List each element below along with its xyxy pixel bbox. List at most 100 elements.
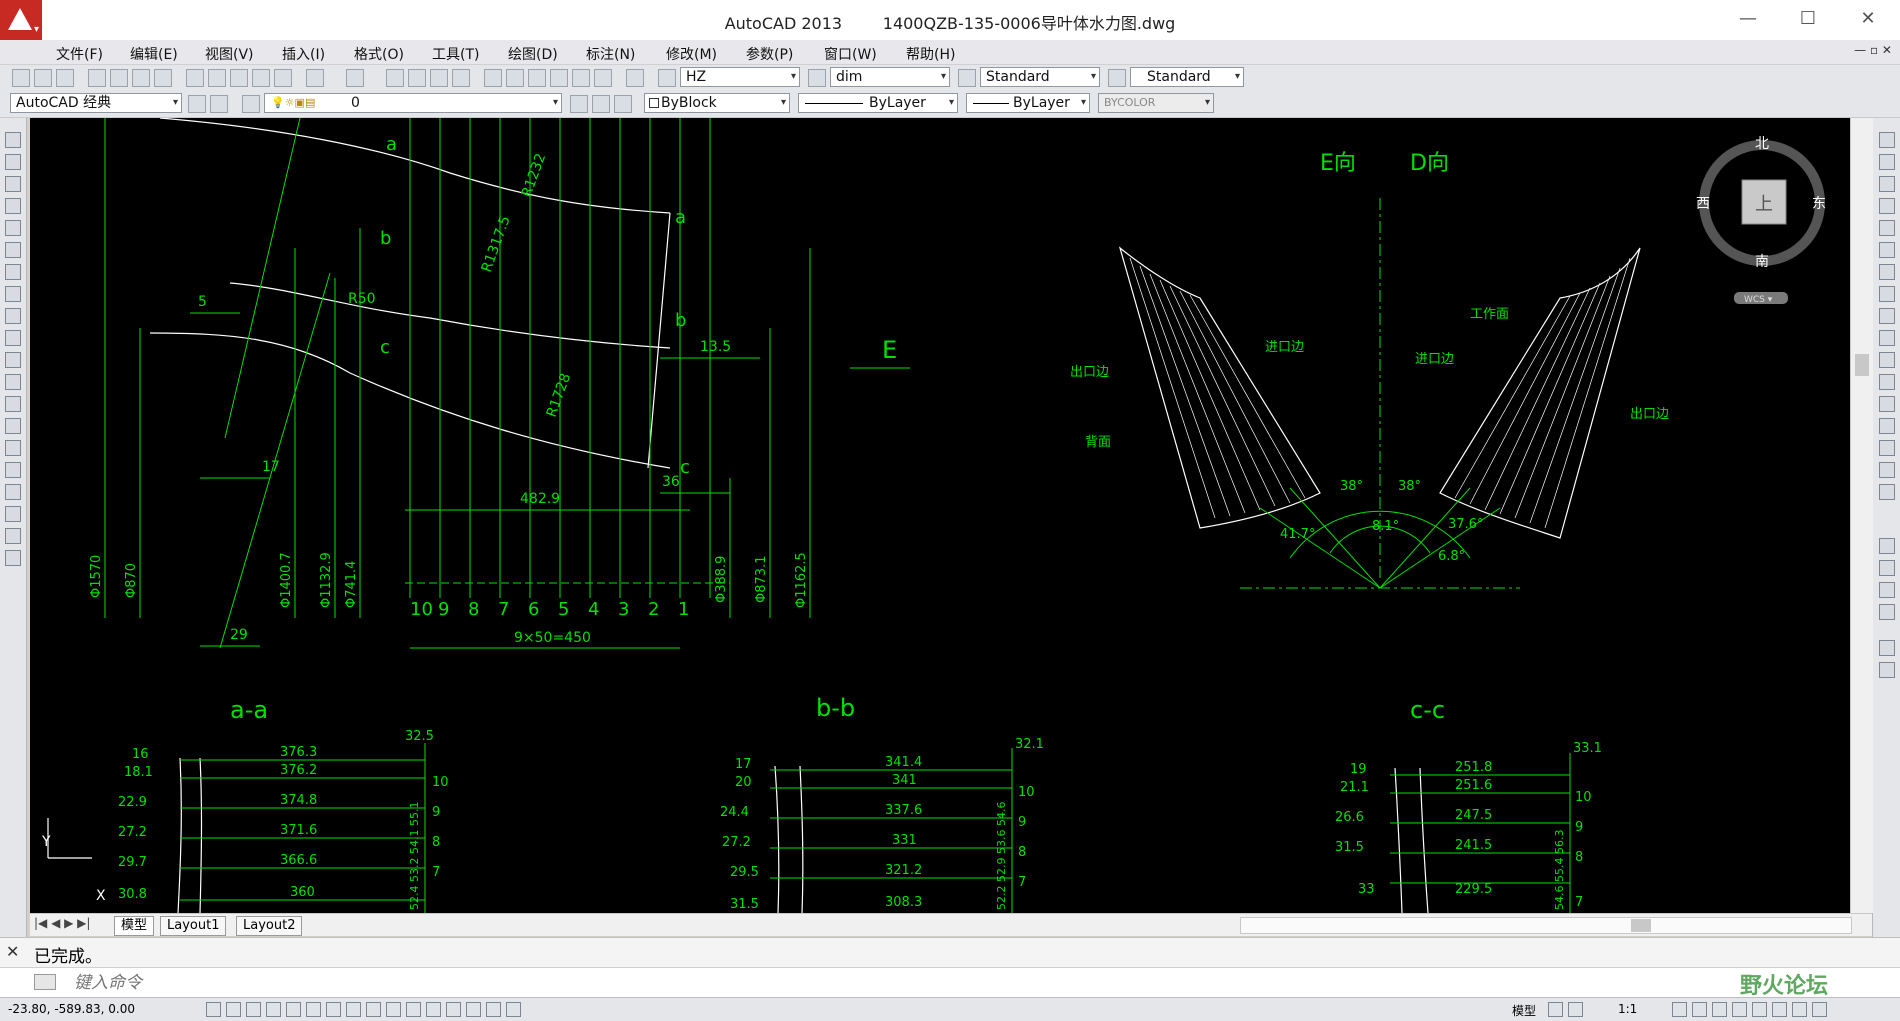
make-block-icon[interactable] [5, 396, 21, 412]
command-input[interactable] [72, 971, 1676, 995]
move-icon[interactable] [1879, 242, 1895, 258]
menu-edit[interactable]: 编辑(E) [130, 42, 178, 66]
mirror-icon[interactable] [1879, 176, 1895, 192]
horizontal-scrollbar[interactable] [1240, 917, 1852, 934]
ortho-icon[interactable] [266, 1002, 281, 1017]
text-style-select[interactable]: HZ ▾ [680, 67, 800, 87]
model-space-label[interactable]: 模型 [1512, 1002, 1536, 1019]
wcs-label[interactable]: WCS ▾ [1744, 295, 1773, 305]
join-icon[interactable] [1879, 396, 1895, 412]
drawing-canvas[interactable]: a b c a b c R1232 R1317.5 R1728 R50 5 17… [30, 118, 1850, 913]
viewcube[interactable] [1699, 140, 1825, 304]
workspace-select[interactable]: AutoCAD 经典 ▾ [10, 93, 182, 113]
multiline-text-icon[interactable] [5, 528, 21, 544]
transparency-icon[interactable] [426, 1002, 441, 1017]
scroll-thumb[interactable] [1855, 354, 1869, 376]
quickcalc-icon[interactable] [594, 69, 612, 87]
array-icon[interactable] [1879, 220, 1895, 236]
tab-model[interactable]: 模型 [114, 916, 155, 936]
grid-icon[interactable] [246, 1002, 261, 1017]
mleader-style-icon[interactable] [1108, 69, 1126, 87]
bring-front-icon[interactable] [1879, 560, 1895, 576]
tab-layout2[interactable]: Layout2 [236, 916, 303, 936]
preview-icon[interactable] [110, 69, 128, 87]
insert-block-icon[interactable] [5, 374, 21, 390]
markup-icon[interactable] [572, 69, 590, 87]
layout-icon[interactable] [1548, 1002, 1563, 1017]
menu-draw[interactable]: 绘图(D) [508, 42, 558, 66]
attribute-icon[interactable] [1879, 640, 1895, 656]
viewcube-south[interactable]: 南 [1755, 254, 1769, 270]
trim-icon[interactable] [1879, 330, 1895, 346]
chamfer-icon[interactable] [1879, 418, 1895, 434]
block-attribute-icon[interactable] [1879, 662, 1895, 678]
close-button[interactable]: ✕ [1846, 6, 1890, 34]
dyn-icon[interactable] [386, 1002, 401, 1017]
menu-modify[interactable]: 修改(M) [666, 42, 717, 66]
pan-icon[interactable] [386, 69, 404, 87]
menu-help[interactable]: 帮助(H) [906, 42, 955, 66]
linetype-select[interactable]: ByLayer ▾ [798, 93, 958, 113]
auto-scale-icon[interactable] [1692, 1002, 1707, 1017]
zoom-window-icon[interactable] [430, 69, 448, 87]
construction-line-icon[interactable] [5, 154, 21, 170]
lock-icon[interactable] [1732, 1002, 1747, 1017]
table-style-icon[interactable] [958, 69, 976, 87]
revision-cloud-icon[interactable] [5, 286, 21, 302]
break-icon[interactable] [1879, 374, 1895, 390]
send-back-icon[interactable] [1879, 582, 1895, 598]
properties-icon[interactable] [484, 69, 502, 87]
offset-icon[interactable] [1879, 198, 1895, 214]
snap-icon[interactable] [226, 1002, 241, 1017]
menu-file[interactable]: 文件(F) [56, 42, 103, 66]
text-front-icon[interactable] [1879, 604, 1895, 620]
dim-style-icon[interactable] [808, 69, 826, 87]
otrack-icon[interactable] [346, 1002, 361, 1017]
coordinate-readout[interactable]: -23.80, -589.83, 0.00 [8, 1002, 135, 1016]
menu-insert[interactable]: 插入(I) [282, 42, 325, 66]
blend-icon[interactable] [1879, 462, 1895, 478]
layer-properties-icon[interactable] [242, 95, 260, 113]
quick-properties-icon[interactable] [446, 1002, 461, 1017]
polyline-icon[interactable] [5, 176, 21, 192]
gradient-icon[interactable] [5, 462, 21, 478]
isolate-objects-icon[interactable] [1772, 1002, 1787, 1017]
annotation-visibility-icon[interactable] [1672, 1002, 1687, 1017]
menu-format[interactable]: 格式(O) [354, 42, 404, 66]
annotation-monitor-icon[interactable] [486, 1002, 501, 1017]
viewcube-top-face[interactable]: 上 [1755, 194, 1773, 215]
polar-icon[interactable] [286, 1002, 301, 1017]
tab-layout1[interactable]: Layout1 [160, 916, 227, 936]
point-icon[interactable] [5, 418, 21, 434]
layer-previous-icon[interactable] [592, 95, 610, 113]
viewcube-east[interactable]: 东 [1812, 196, 1826, 212]
erase-icon[interactable] [1879, 132, 1895, 148]
3d-print-icon[interactable] [154, 69, 172, 87]
cut-icon[interactable] [186, 69, 204, 87]
workspace-settings-icon[interactable] [188, 95, 206, 113]
hatch-icon[interactable] [5, 440, 21, 456]
copy-icon[interactable] [208, 69, 226, 87]
ducs-icon[interactable] [366, 1002, 381, 1017]
menu-view[interactable]: 视图(V) [205, 42, 254, 66]
lineweight-select[interactable]: ByLayer ▾ [966, 93, 1090, 113]
lineweight-icon[interactable] [406, 1002, 421, 1017]
command-customize-icon[interactable] [34, 974, 56, 990]
polygon-icon[interactable] [5, 198, 21, 214]
document-window-controls[interactable]: — ▫ ✕ [1854, 43, 1892, 57]
sheet-set-icon[interactable] [550, 69, 568, 87]
circle-icon[interactable] [5, 264, 21, 280]
explode-icon[interactable] [1879, 484, 1895, 500]
menu-window[interactable]: 窗口(W) [824, 42, 877, 66]
layer-select[interactable]: 💡☼▣▤ 0 ▾ [264, 93, 562, 113]
stretch-icon[interactable] [1879, 308, 1895, 324]
plotstyle-select[interactable]: BYCOLOR ▾ [1098, 93, 1214, 113]
scale-icon[interactable] [1879, 286, 1895, 302]
3d-osnap-icon[interactable] [326, 1002, 341, 1017]
viewcube-north[interactable]: 北 [1755, 136, 1769, 152]
vertical-scrollbar[interactable] [1850, 118, 1873, 913]
layer-states-icon[interactable] [614, 95, 632, 113]
new-icon[interactable] [12, 69, 30, 87]
save-icon[interactable] [56, 69, 74, 87]
help-icon[interactable] [626, 69, 644, 87]
